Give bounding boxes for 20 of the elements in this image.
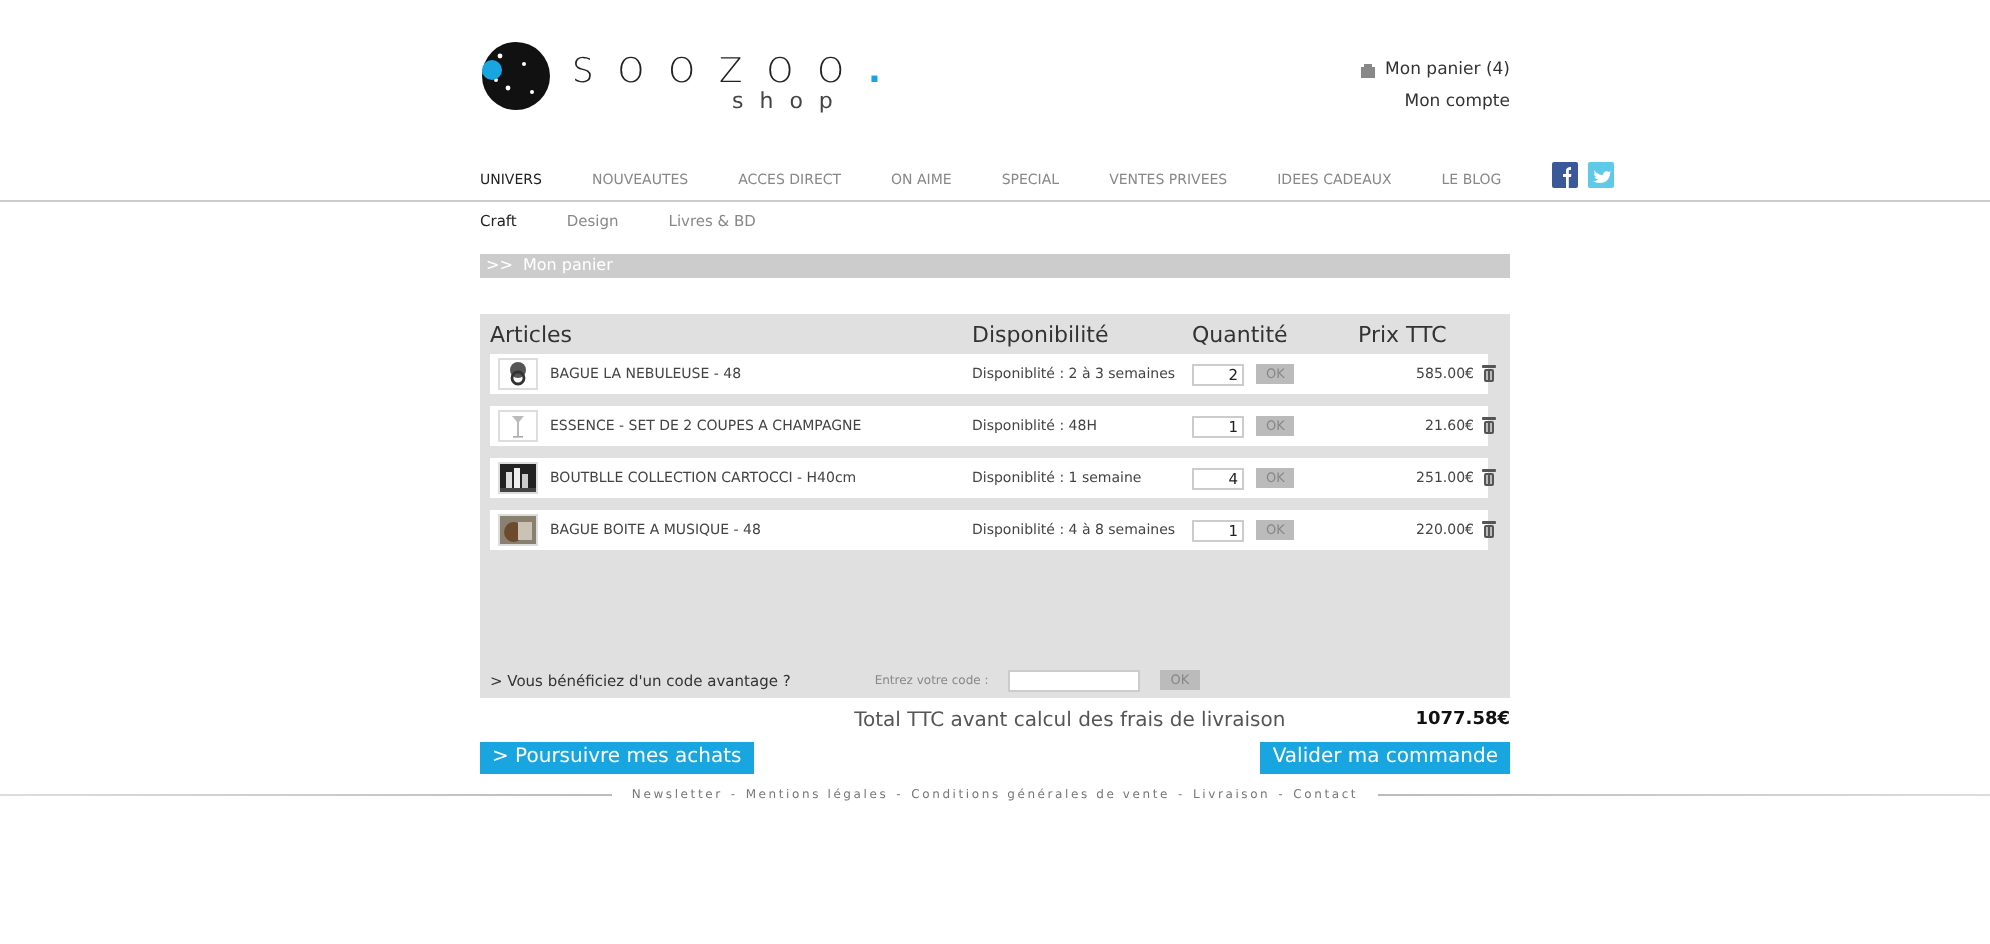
column-header: Disponibilité [972, 321, 1111, 347]
facebook-icon[interactable] [1551, 161, 1578, 187]
validate-order-button[interactable]: Valider ma commande [1260, 742, 1510, 774]
column-header: Quantité [1192, 321, 1290, 347]
column-header: Articles [490, 321, 575, 347]
trash-icon[interactable] [1482, 467, 1496, 485]
trash-icon[interactable] [1482, 363, 1496, 381]
trash-icon[interactable] [1482, 415, 1496, 433]
bag-icon [1359, 62, 1376, 78]
trash-icon[interactable] [1482, 519, 1496, 537]
column-header: Prix TTC [1356, 321, 1449, 347]
total-label: Total TTC avant calcul des frais de livraison [854, 709, 1286, 731]
logo-subtitle: shop [730, 88, 851, 114]
continue-shopping-button[interactable]: > Poursuivre mes achats [480, 742, 754, 774]
total-value: 1077.58€ [1415, 710, 1510, 730]
logo-text: SOOZOO. [572, 52, 905, 92]
code-field[interactable] [1008, 669, 1141, 691]
cart-link[interactable]: Mon panier (4) [1359, 60, 1510, 80]
logo-icon [480, 40, 552, 112]
account-link[interactable]: Mon compte [1404, 92, 1510, 112]
